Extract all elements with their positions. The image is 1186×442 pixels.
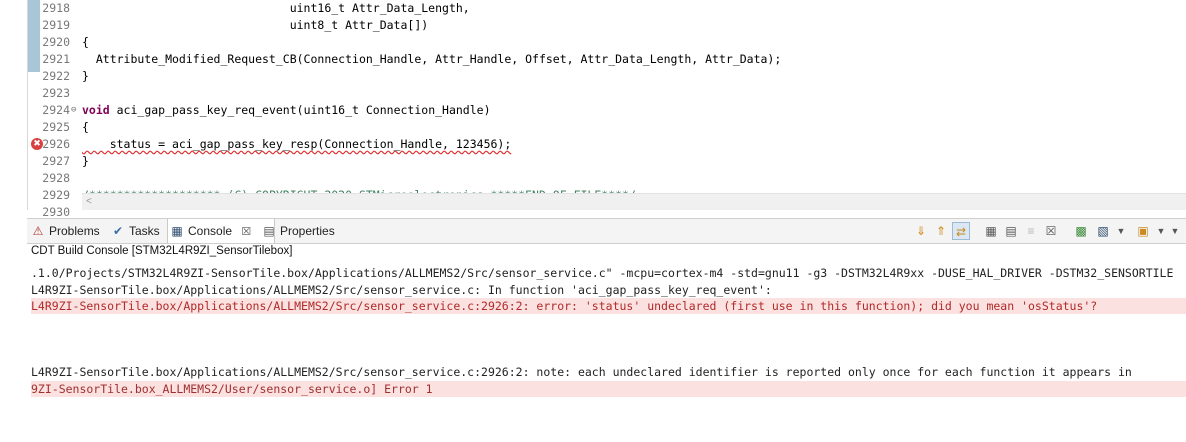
code-line: 2923 — [0, 85, 1186, 102]
line-number: 2921 — [42, 52, 70, 66]
code-line: 2919 uint8_t Attr_Data[]) — [0, 17, 1186, 34]
line-number: 2925 — [42, 120, 70, 134]
code-content: } — [82, 69, 89, 83]
tab-label: Problems — [49, 224, 100, 238]
code-content: { — [82, 35, 89, 49]
keyword: void — [82, 103, 110, 117]
display-console-dropdown-icon[interactable]: ▼ — [1112, 222, 1130, 240]
code-text: } — [82, 68, 89, 85]
error-code-text: status = aci_gap_pass_key_resp(Connectio… — [82, 137, 512, 151]
pin-console-icon[interactable]: ▩ — [1072, 222, 1090, 240]
code-content: } — [82, 154, 89, 168]
code-text: status = aci_gap_pass_key_resp(Connectio… — [82, 136, 512, 153]
console-title: CDT Build Console [STM32L4R9ZI_SensorTil… — [31, 245, 293, 257]
line-number: 2928 — [42, 171, 70, 185]
code-text: } — [82, 153, 89, 170]
code-editor[interactable]: 2918 uint16_t Attr_Data_Length, 2919 uint… — [0, 0, 1186, 219]
line-number: 2929 — [42, 188, 70, 202]
code-text: void aci_gap_pass_key_req_event(uint16_t… — [82, 102, 491, 119]
code-content: { — [82, 120, 89, 134]
word-wrap-icon[interactable]: ≡ — [1022, 222, 1040, 240]
tab-console[interactable]: ▦ Console ☒ — [167, 219, 275, 243]
tab-properties[interactable]: ▤ Properties — [260, 219, 360, 243]
error-icon[interactable]: ✖ — [31, 138, 43, 150]
code-line: 2918 uint16_t Attr_Data_Length, — [0, 0, 1186, 17]
console-output[interactable]: .1.0/Projects/STM32L4R9ZI-SensorTile.box… — [27, 260, 1186, 442]
code-line: 2925 { — [0, 119, 1186, 136]
line-number: 2920 — [42, 35, 70, 49]
function-signature: aci_gap_pass_key_req_event(uint16_t Conn… — [109, 103, 491, 117]
copy-build-log-icon[interactable]: ▦ — [982, 222, 1000, 240]
code-text: Attribute_Modified_Request_CB(Connection… — [82, 51, 781, 68]
code-line: 2921 Attribute_Modified_Request_CB(Conne… — [0, 51, 1186, 68]
bottom-panel-tabbar: ⚠ Problems ✔ Tasks ▦ Console ☒ ▤ Propert… — [27, 218, 1186, 244]
code-text: { — [82, 34, 89, 51]
code-line: 2926 ✖ status = aci_gap_pass_key_resp(Con… — [0, 136, 1186, 153]
console-error-line: 9ZI-SensorTile.box_ALLMEMS2/User/sensor_… — [31, 380, 1186, 397]
line-number: 2922 — [42, 69, 70, 83]
console-toolbar: ⇓ ⇑ ⇄ ▦ ▤ ≡ ☒ ▩ ▧ ▼ ▣ ▼ ▼ — [912, 222, 1182, 240]
clear-console-icon[interactable]: ☒ — [1042, 222, 1060, 240]
code-content: uint8_t Attr_Data[]) — [82, 18, 429, 32]
tab-label: Tasks — [129, 224, 160, 238]
previous-error-icon[interactable]: ⇑ — [932, 222, 950, 240]
properties-icon: ▤ — [263, 224, 275, 238]
open-console-icon[interactable]: ▣ — [1134, 222, 1152, 240]
link-with-editor-icon[interactable]: ⇄ — [952, 222, 970, 240]
line-number: 2927 — [42, 154, 70, 168]
code-text: { — [82, 119, 89, 136]
code-line: 2928 — [0, 170, 1186, 187]
line-number: 2918 — [42, 1, 70, 15]
code-line: 2922} — [0, 68, 1186, 85]
tab-label: Console — [188, 224, 233, 238]
console-line: L4R9ZI-SensorTile.box/Applications/ALLME… — [31, 282, 772, 297]
console-error-line: L4R9ZI-SensorTile.box/Applications/ALLME… — [31, 298, 1186, 314]
code-line: 2927} — [0, 153, 1186, 170]
console-line: L4R9ZI-SensorTile.box/Applications/ALLME… — [31, 365, 1132, 379]
code-content: Attribute_Modified_Request_CB(Connection… — [82, 52, 782, 66]
scroll-lock-icon[interactable]: ▤ — [1002, 222, 1020, 240]
code-content: uint16_t Attr_Data_Length, — [82, 1, 470, 15]
code-line: 2924 ⊖ void aci_gap_pass_key_req_event(uin… — [0, 102, 1186, 119]
line-number: 2924 — [42, 103, 70, 117]
console-icon: ▦ — [171, 224, 183, 238]
line-number: 2923 — [42, 86, 70, 100]
problems-icon: ⚠ — [32, 224, 44, 238]
fold-minus-icon[interactable]: ⊖ — [71, 102, 76, 119]
code-line: 2920 { — [0, 34, 1186, 51]
editor-horizontal-scrollbar[interactable]: < — [82, 193, 1186, 210]
console-line: .1.0/Projects/STM32L4R9ZI-SensorTile.box… — [31, 266, 1174, 280]
scroll-left-arrow-icon[interactable]: < — [86, 194, 92, 210]
view-menu-icon[interactable]: ▼ — [1166, 222, 1184, 240]
code-text: uint8_t Attr_Data[]) — [82, 17, 428, 34]
display-console-icon[interactable]: ▧ — [1094, 222, 1112, 240]
tasks-icon: ✔ — [112, 224, 124, 238]
code-text: uint16_t Attr_Data_Length, — [82, 0, 470, 17]
line-number: 2919 — [42, 18, 70, 32]
tab-label: Properties — [280, 224, 335, 238]
next-error-icon[interactable]: ⇓ — [912, 222, 930, 240]
close-tab-icon[interactable]: ☒ — [241, 226, 251, 238]
